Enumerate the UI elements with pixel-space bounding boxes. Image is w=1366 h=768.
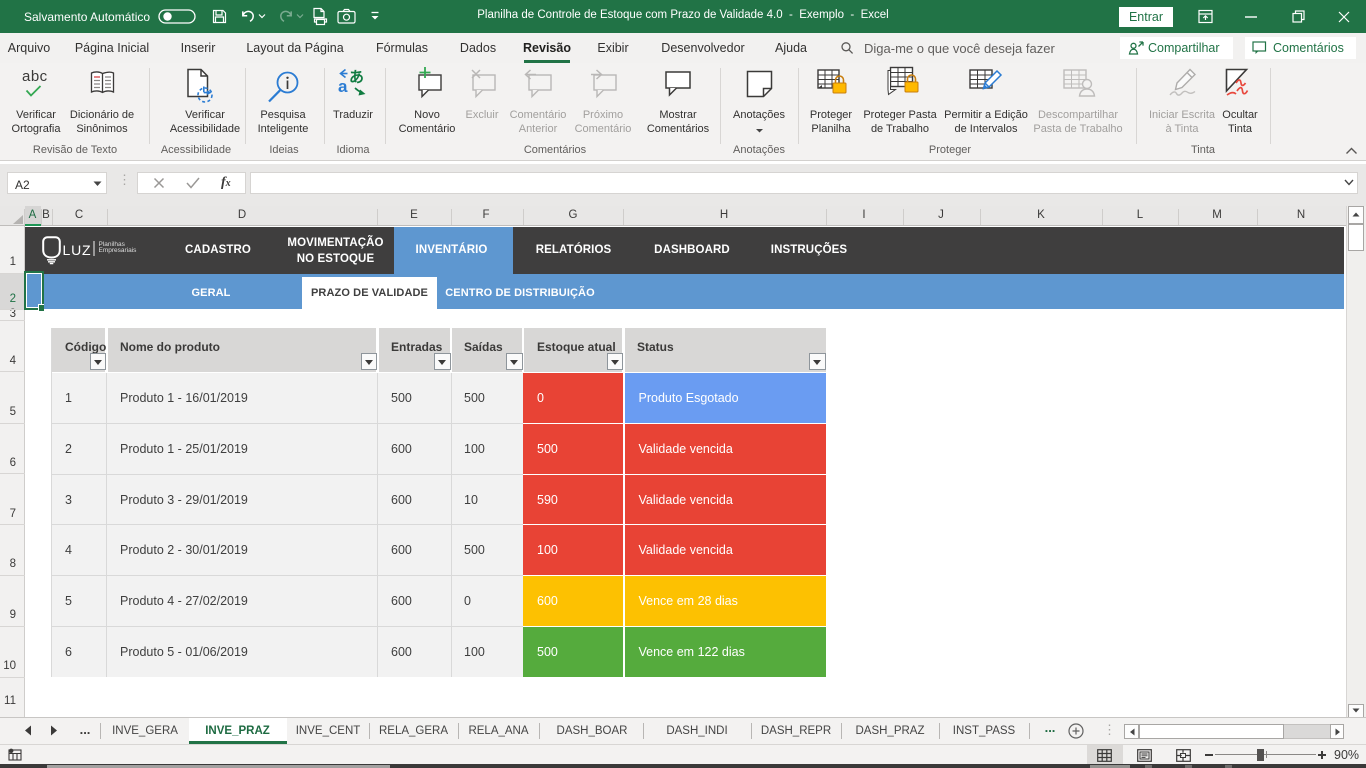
svg-text:a: a <box>338 77 348 96</box>
svg-text:あ: あ <box>349 69 364 86</box>
